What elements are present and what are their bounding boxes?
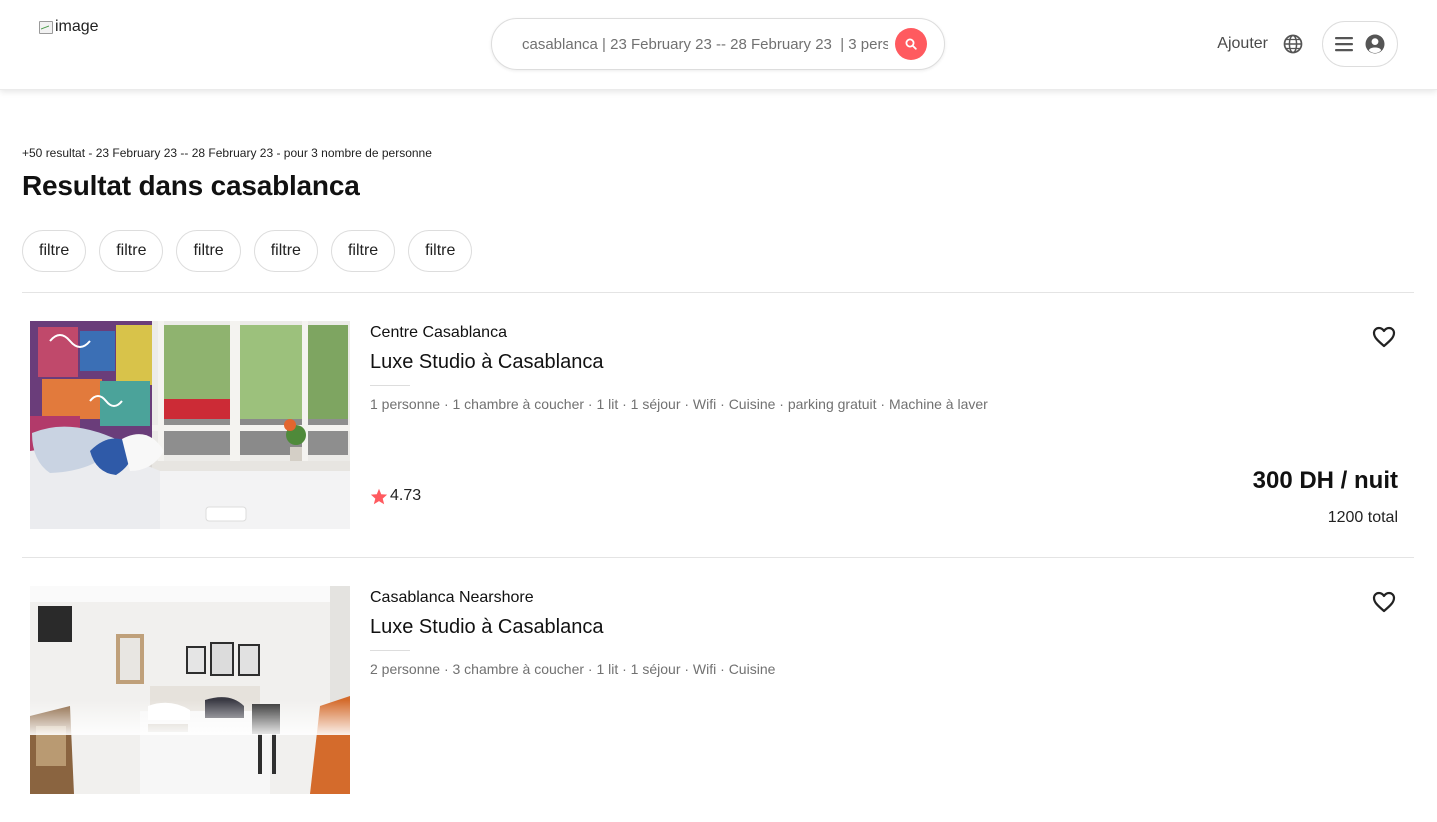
listing-card[interactable]: Centre Casablanca Luxe Studio à Casablan… xyxy=(22,321,1414,557)
listing-amenities: 2 personne · 3 chambre à coucher · 1 lit… xyxy=(370,661,776,677)
heart-icon xyxy=(1372,591,1396,613)
filter-chip[interactable]: filtre xyxy=(330,230,396,272)
nav-right: Ajouter xyxy=(1217,21,1398,67)
star-icon xyxy=(370,488,388,504)
listing-total: 1200 total xyxy=(1327,509,1398,526)
filter-chip[interactable]: filtre xyxy=(22,230,87,272)
top-nav-bar: image Ajouter xyxy=(0,0,1437,90)
listing-location: Casablanca Nearshore xyxy=(370,589,534,606)
add-listing-link[interactable]: Ajouter xyxy=(1217,35,1268,53)
listing-rating: 4.73 xyxy=(370,487,421,505)
user-circle-icon xyxy=(1365,34,1385,54)
listing-title[interactable]: Luxe Studio à Casablanca xyxy=(370,351,604,374)
search-input[interactable] xyxy=(522,33,888,55)
divider xyxy=(22,557,1414,558)
results-summary: +50 resultat - 23 February 23 -- 28 Febr… xyxy=(22,146,432,160)
bedroom-photo xyxy=(30,321,350,529)
listing-card[interactable]: Casablanca Nearshore Luxe Studio à Casab… xyxy=(22,586,1414,822)
broken-image-icon xyxy=(38,19,54,35)
search-bar[interactable] xyxy=(491,18,945,70)
hamburger-menu-icon xyxy=(1335,37,1353,52)
heart-icon xyxy=(1372,326,1396,348)
user-menu-button[interactable] xyxy=(1322,21,1398,67)
divider xyxy=(22,292,1414,293)
page-title: Resultat dans casablanca xyxy=(22,170,360,201)
listing-photo[interactable] xyxy=(30,586,350,794)
logo-alt-text: image xyxy=(55,18,99,35)
filter-chip[interactable]: filtre xyxy=(176,230,241,272)
globe-icon xyxy=(1283,34,1303,54)
filter-bar: filtre filtre filtre filtre filtre filtr… xyxy=(22,230,473,272)
listing-photo[interactable] xyxy=(30,321,350,529)
logo[interactable]: image xyxy=(38,18,99,36)
listing-amenities: 1 personne · 1 chambre à coucher · 1 lit… xyxy=(370,396,988,412)
favorite-button[interactable] xyxy=(1370,323,1398,351)
search-button[interactable] xyxy=(895,28,927,60)
listing-title[interactable]: Luxe Studio à Casablanca xyxy=(370,616,604,639)
rating-value: 4.73 xyxy=(390,487,422,504)
language-button[interactable] xyxy=(1282,33,1304,55)
bedroom-photo xyxy=(30,586,350,794)
title-underline xyxy=(370,650,410,651)
filter-chip[interactable]: filtre xyxy=(408,230,473,272)
search-icon xyxy=(905,38,917,50)
filter-chip[interactable]: filtre xyxy=(253,230,318,272)
listing-price: 300 DH / nuit xyxy=(1252,467,1398,494)
favorite-button[interactable] xyxy=(1370,588,1398,616)
listing-location: Centre Casablanca xyxy=(370,324,507,341)
title-underline xyxy=(370,385,410,386)
filter-chip[interactable]: filtre xyxy=(99,230,164,272)
